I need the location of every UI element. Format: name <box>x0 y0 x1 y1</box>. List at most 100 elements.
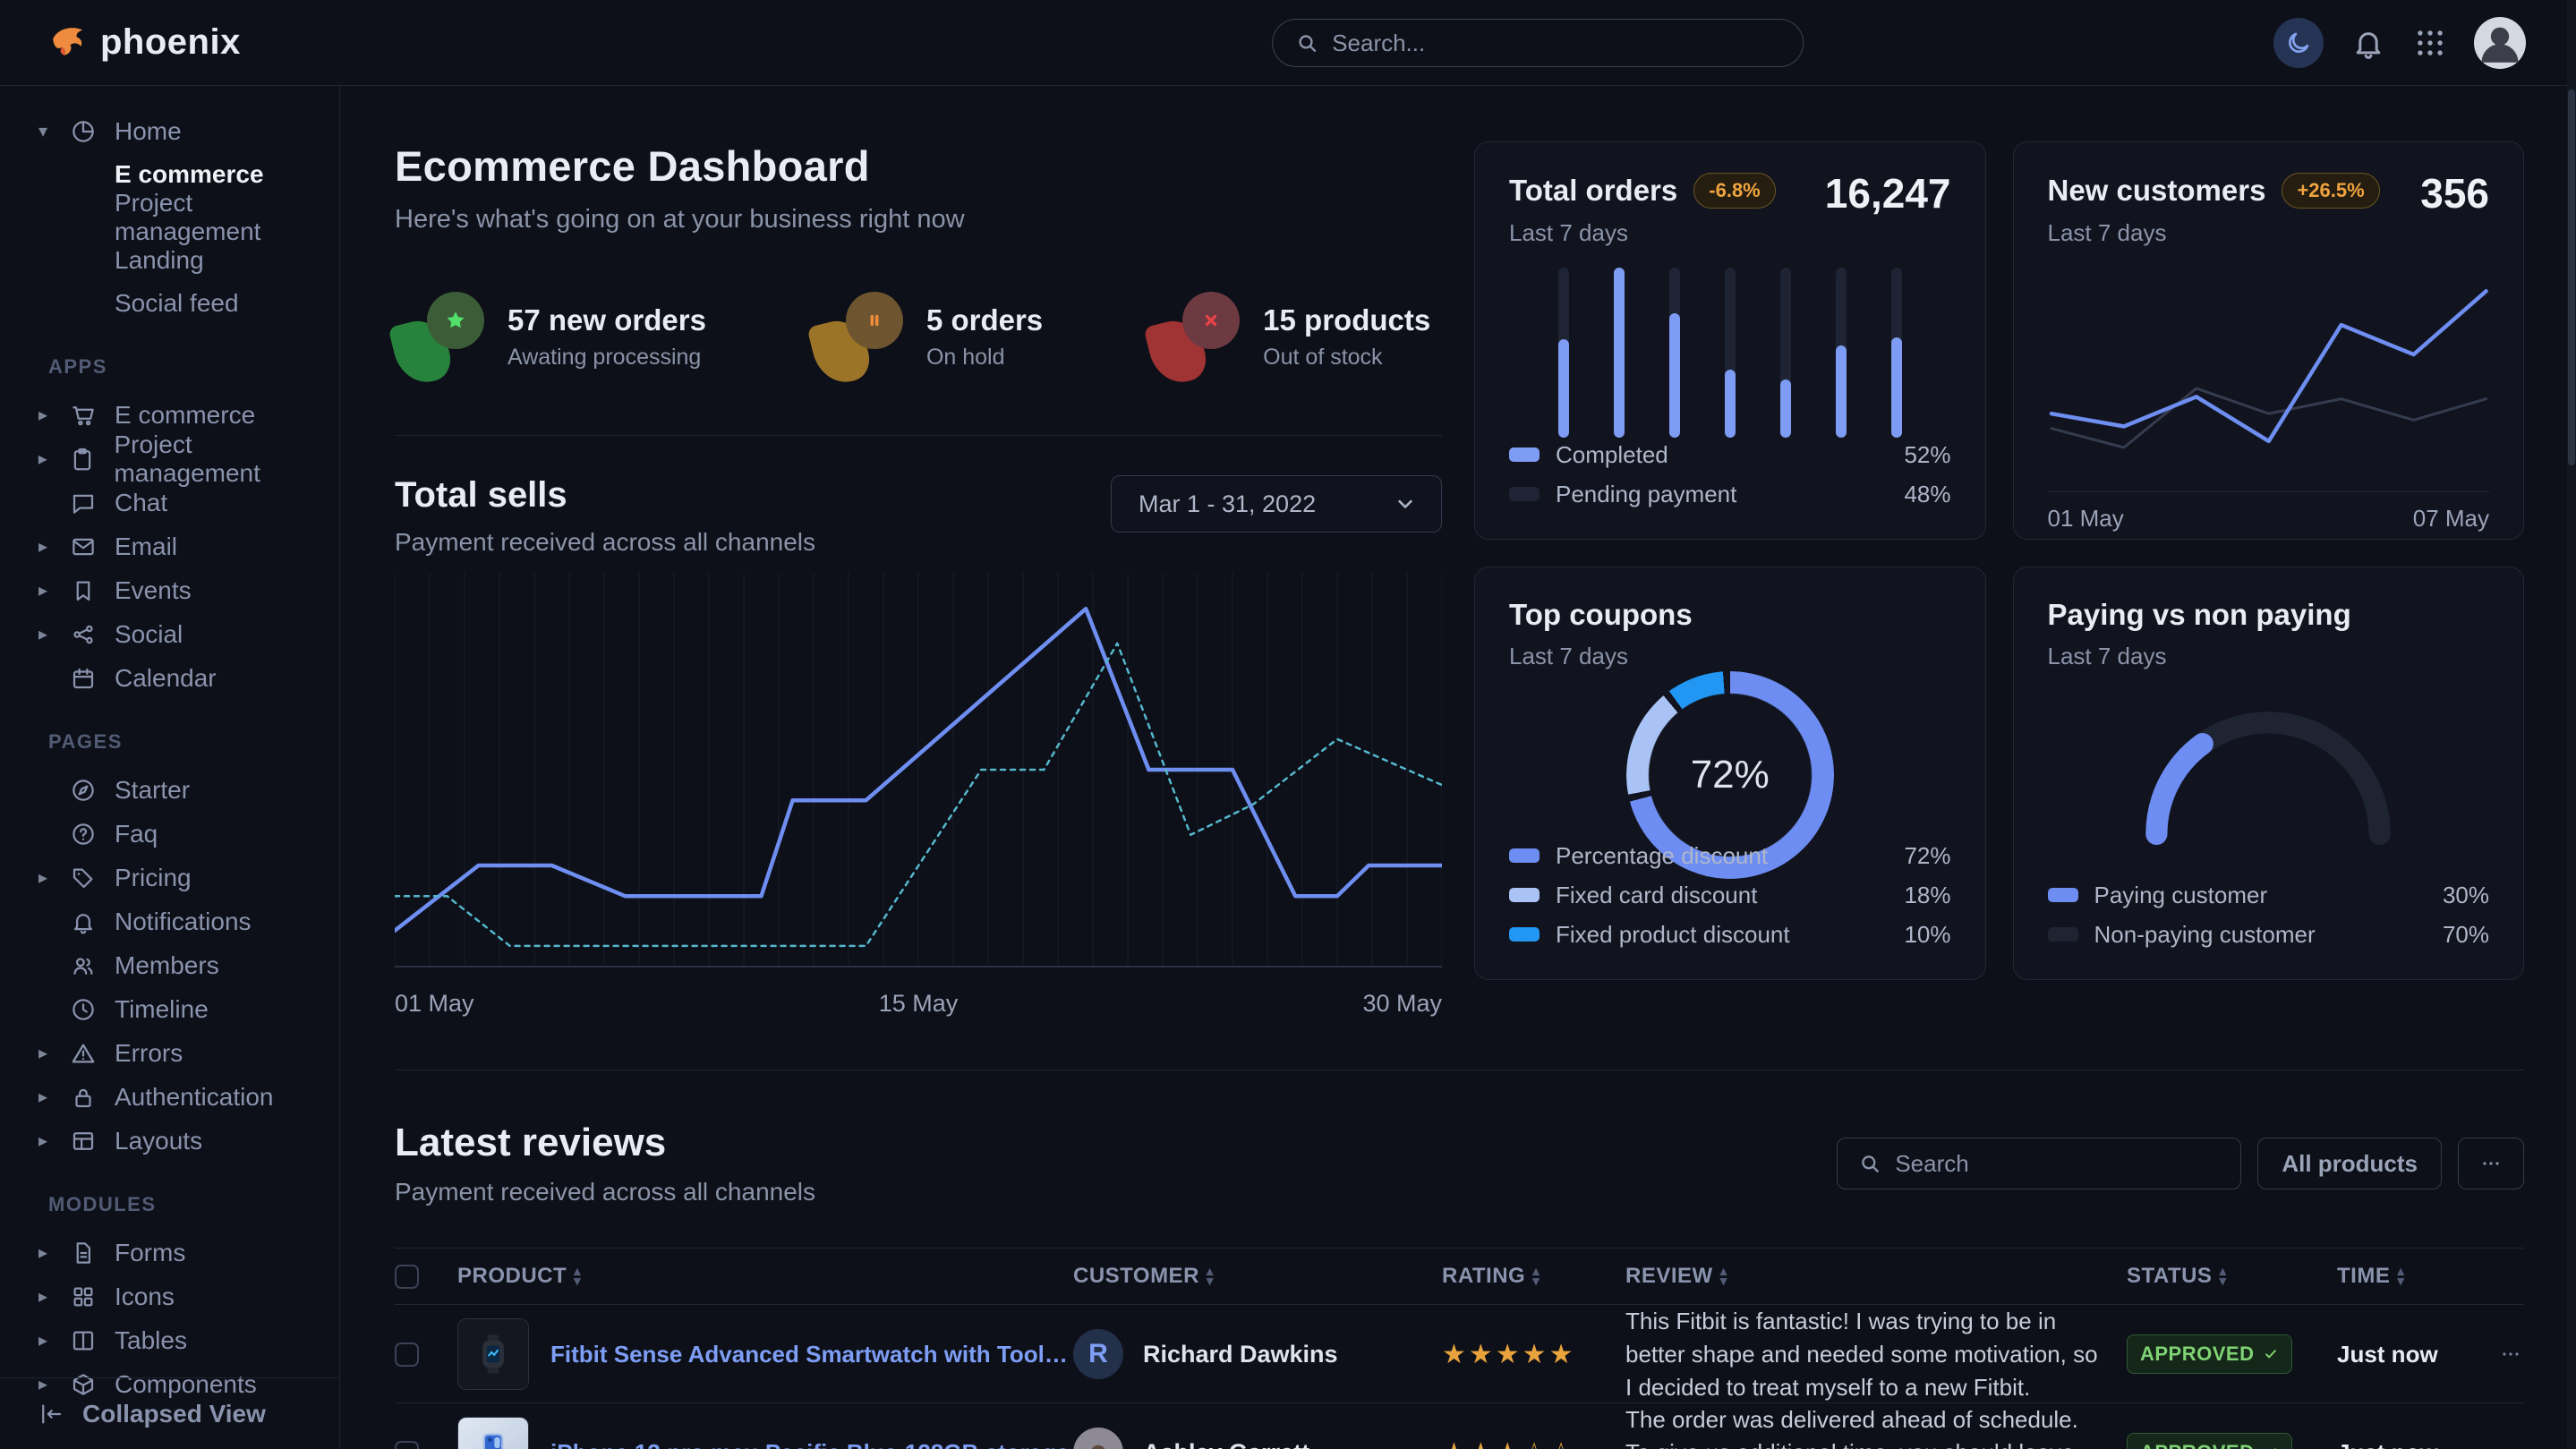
sidebar-item-label: Layouts <box>115 1127 202 1155</box>
scrollbar-thumb[interactable] <box>2568 89 2575 465</box>
reviews-search-input[interactable] <box>1895 1150 2221 1178</box>
sidebar-item-label: Calendar <box>115 664 217 693</box>
header-checkbox-cell <box>395 1265 457 1289</box>
stat-title: 15 products <box>1263 303 1430 337</box>
clock-icon <box>70 996 97 1023</box>
caret-icon: ▾ <box>34 120 52 142</box>
sidebar-item-social[interactable]: ▸Social <box>0 612 339 656</box>
review-text: This Fitbit is fantastic! I was trying t… <box>1625 1305 2127 1404</box>
top-navbar: phoenix <box>0 0 2576 86</box>
sidebar-section-label: PAGES <box>0 700 339 768</box>
row-menu-button[interactable] <box>2487 1441 2534 1449</box>
product-link[interactable]: Fitbit Sense Advanced Smartwatch with To… <box>550 1341 1073 1368</box>
page-subtitle: Here's what's going on at your business … <box>395 205 1442 234</box>
notifications-button[interactable] <box>2350 25 2386 61</box>
stat-subtitle: On hold <box>926 345 1043 371</box>
collapsed-view-toggle[interactable]: Collapsed View <box>0 1377 339 1449</box>
rating-stars: ★★★☆☆ <box>1442 1437 1625 1449</box>
sidebar-item-starter[interactable]: Starter <box>0 768 339 812</box>
date-range-select[interactable]: Mar 1 - 31, 2022 <box>1111 475 1442 533</box>
sidebar-item-label: Forms <box>115 1239 185 1267</box>
column-header-customer[interactable]: CUSTOMER ▴▾ <box>1073 1264 1442 1289</box>
global-search[interactable] <box>1272 19 1804 67</box>
question-icon <box>70 821 97 848</box>
phoenix-logo-icon <box>47 22 88 64</box>
select-all-checkbox[interactable] <box>395 1265 419 1289</box>
caret-icon: ▸ <box>34 866 52 889</box>
card-subtitle: Last 7 days <box>2048 643 2490 670</box>
latest-reviews-section: Latest reviews Payment received across a… <box>341 1070 2576 1449</box>
column-header-product[interactable]: PRODUCT▴▾ <box>457 1264 1073 1289</box>
column-header-time[interactable]: TIME▴▾ <box>2337 1264 2487 1289</box>
sidebar-item-project-management[interactable]: ▸Project management <box>0 437 339 481</box>
sidebar-subitem-project-management[interactable]: Project management <box>0 196 339 239</box>
theme-toggle-button[interactable] <box>2273 18 2324 68</box>
sidebar-item-pricing[interactable]: ▸Pricing <box>0 856 339 899</box>
orders-legend: Completed52%Pending payment48% <box>1509 435 1951 514</box>
legend-swatch <box>2048 927 2078 942</box>
rating-stars: ★★★★★ <box>1442 1339 1625 1370</box>
caret-icon: ▸ <box>34 535 52 558</box>
all-products-button[interactable]: All products <box>2257 1138 2442 1189</box>
sidebar-item-tables[interactable]: ▸Tables <box>0 1318 339 1362</box>
brand-logo[interactable]: phoenix <box>0 22 241 64</box>
sidebar-item-timeline[interactable]: Timeline <box>0 987 339 1031</box>
product-link[interactable]: iPhone 13 pro max-Pacific Blue-128GB sto… <box>550 1439 1069 1449</box>
reviews-menu-button[interactable] <box>2458 1138 2524 1189</box>
sidebar-item-notifications[interactable]: Notifications <box>0 899 339 943</box>
sidebar-item-members[interactable]: Members <box>0 943 339 987</box>
page-scrollbar[interactable] <box>2567 0 2576 1449</box>
legend-row: Fixed product discount10% <box>1509 915 1951 954</box>
chevron-down-icon <box>1393 491 1418 516</box>
sidebar-item-faq[interactable]: Faq <box>0 812 339 856</box>
sidebar-item-icons[interactable]: ▸Icons <box>0 1274 339 1318</box>
caret-icon: ▸ <box>34 1129 52 1152</box>
column-label: CUSTOMER <box>1073 1264 1199 1289</box>
sort-icon[interactable]: ▴▾ <box>1532 1266 1540 1286</box>
clipboard-icon <box>69 446 96 473</box>
sidebar-item-authentication[interactable]: ▸Authentication <box>0 1075 339 1119</box>
legend-row: Non-paying customer70% <box>2048 915 2490 954</box>
legend-value: 72% <box>1904 842 1950 870</box>
sort-icon[interactable]: ▴▾ <box>2397 1266 2404 1286</box>
layout-icon <box>70 1128 97 1155</box>
legend-row: Pending payment48% <box>1509 474 1951 514</box>
sort-icon[interactable]: ▴▾ <box>2219 1266 2226 1286</box>
sidebar-item-label: Project management <box>114 430 339 488</box>
new-customers-value: 356 <box>2420 169 2489 217</box>
row-checkbox[interactable] <box>395 1441 419 1449</box>
legend-swatch <box>1509 487 1540 501</box>
row-checkbox[interactable] <box>395 1342 419 1367</box>
axis-label: 01 May <box>395 990 474 1018</box>
sidebar-item-forms[interactable]: ▸Forms <box>0 1231 339 1274</box>
row-menu-button[interactable] <box>2487 1342 2534 1366</box>
sidebar-item-errors[interactable]: ▸Errors <box>0 1031 339 1075</box>
apps-grid-button[interactable] <box>2413 26 2447 60</box>
reviews-title: Latest reviews <box>395 1121 815 1165</box>
sidebar-subitem-social-feed[interactable]: Social feed <box>0 282 339 325</box>
customer-avatar[interactable] <box>1073 1428 1123 1449</box>
sidebar-item-label: Authentication <box>115 1083 273 1112</box>
sidebar-item-calendar[interactable]: Calendar <box>0 656 339 700</box>
legend-value: 70% <box>2443 921 2489 949</box>
bar-completed <box>1669 313 1680 438</box>
status-badge: APPROVED <box>2127 1433 2292 1449</box>
legend-label: Completed <box>1556 441 1888 469</box>
sort-icon[interactable]: ▴▾ <box>1720 1266 1727 1286</box>
column-header-rating[interactable]: RATING▴▾ <box>1442 1264 1625 1289</box>
user-avatar[interactable] <box>2474 17 2526 69</box>
sidebar-item-email[interactable]: ▸Email <box>0 524 339 568</box>
column-header-status[interactable]: STATUS▴▾ <box>2127 1264 2337 1289</box>
sidebar-item-home[interactable]: ▾Home <box>0 109 339 153</box>
customer-avatar[interactable]: R <box>1073 1329 1123 1379</box>
global-search-input[interactable] <box>1332 30 1781 57</box>
legend-swatch <box>1509 447 1540 462</box>
sort-icon[interactable]: ▴▾ <box>1207 1266 1214 1286</box>
reviews-search[interactable] <box>1837 1138 2241 1189</box>
column-header-review[interactable]: REVIEW▴▾ <box>1625 1264 2127 1289</box>
sidebar-item-events[interactable]: ▸Events <box>0 568 339 612</box>
sort-icon[interactable]: ▴▾ <box>574 1266 581 1286</box>
paying-legend: Paying customer30%Non-paying customer70% <box>2048 875 2490 954</box>
sidebar-item-layouts[interactable]: ▸ Layouts <box>0 1119 339 1163</box>
mail-icon <box>70 533 97 560</box>
